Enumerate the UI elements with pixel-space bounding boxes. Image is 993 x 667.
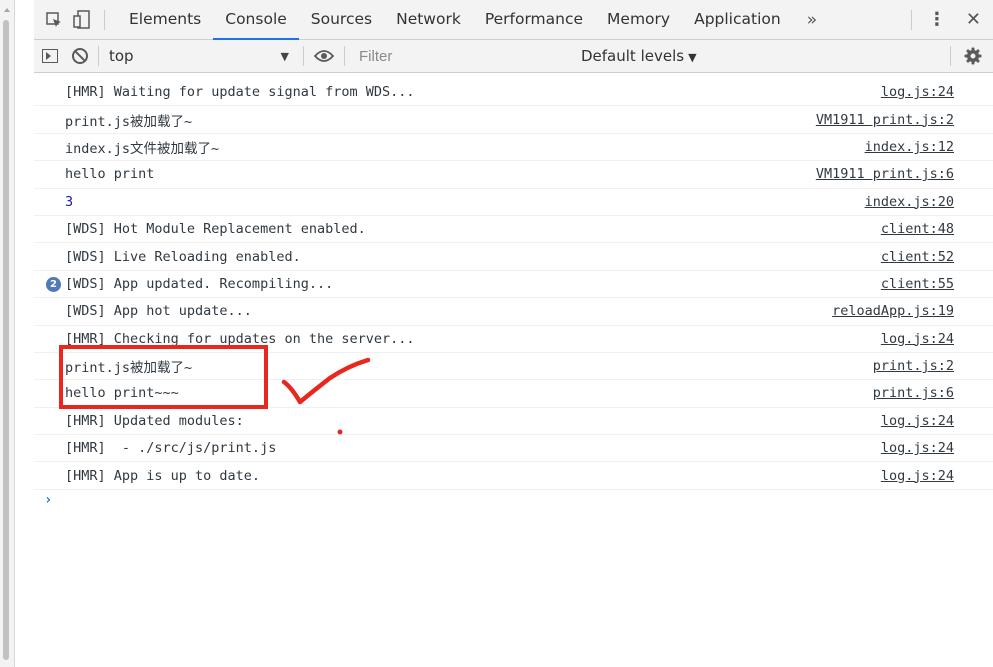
log-message: [HMR] Updated modules:	[65, 412, 244, 429]
tab-elements[interactable]: Elements	[117, 0, 213, 39]
log-source-link[interactable]: log.js:24	[881, 413, 954, 429]
log-source-link[interactable]: index.js:20	[865, 194, 954, 210]
tab-sources[interactable]: Sources	[299, 0, 384, 39]
filter-input[interactable]	[355, 45, 563, 67]
devtools-panel: Elements Console Sources Network Perform…	[34, 0, 993, 667]
log-source-link[interactable]: log.js:24	[881, 84, 954, 100]
log-row: index.js文件被加载了~ index.js:12	[34, 134, 993, 162]
log-levels-dropdown[interactable]: Default levels ▼	[581, 47, 697, 65]
dropdown-caret-icon: ▼	[280, 49, 289, 63]
tabbar-separator-right	[910, 9, 912, 30]
toolbar-separator-4	[950, 46, 951, 66]
log-row: 3 index.js:20	[34, 189, 993, 216]
log-source-link[interactable]: client:48	[881, 221, 954, 237]
log-message: [HMR] Checking for updates on the server…	[65, 330, 415, 347]
repeat-count-badge: 2	[46, 276, 61, 292]
live-expression-eye-icon[interactable]	[314, 46, 334, 66]
log-row: [WDS] Live Reloading enabled. client:52	[34, 243, 993, 271]
log-row: 2 [WDS] App updated. Recompiling... clie…	[34, 271, 993, 299]
left-scrollbar[interactable]	[0, 0, 15, 667]
log-message: [HMR] Waiting for update signal from WDS…	[65, 84, 415, 101]
log-message: [HMR] - ./src/js/print.js	[65, 440, 277, 457]
log-row: [HMR] Waiting for update signal from WDS…	[34, 79, 993, 107]
tab-console[interactable]: Console	[213, 0, 299, 40]
devtools-tabbar: Elements Console Sources Network Perform…	[34, 0, 993, 40]
tab-performance[interactable]: Performance	[473, 0, 595, 39]
log-source-link[interactable]: index.js:12	[865, 139, 954, 155]
scrollbar-thumb[interactable]	[3, 20, 9, 660]
inspect-element-icon[interactable]	[40, 6, 68, 34]
log-row: print.js被加载了~ VM1911 print.js:2	[34, 106, 993, 134]
log-message: hello print	[65, 166, 155, 183]
log-row: hello print~~~ print.js:6	[34, 380, 993, 408]
log-row: [WDS] Hot Module Replacement enabled. cl…	[34, 216, 993, 244]
console-toolbar: top ▼ Default levels▼	[34, 40, 993, 73]
log-source-link[interactable]: VM1911 print.js:6	[816, 166, 954, 182]
tab-network[interactable]: Network	[384, 0, 473, 39]
log-message: [WDS] Live Reloading enabled.	[65, 248, 301, 265]
log-source-link[interactable]: print.js:6	[873, 385, 954, 401]
log-source-link[interactable]: log.js:24	[881, 440, 954, 456]
close-devtools-icon[interactable]: ✕	[956, 9, 993, 30]
log-message: print.js被加载了~	[65, 360, 193, 377]
log-message: [HMR] App is up to date.	[65, 467, 261, 484]
kebab-menu-icon[interactable]: ⋮	[918, 9, 956, 30]
log-message: hello print~~~	[65, 385, 179, 402]
log-message: [WDS] Hot Module Replacement enabled.	[65, 221, 366, 238]
log-source-link[interactable]: print.js:2	[873, 358, 954, 374]
toolbar-separator	[98, 46, 99, 66]
log-source-link[interactable]: reloadApp.js:19	[832, 303, 954, 319]
log-message-number: 3	[65, 193, 74, 210]
log-row: hello print VM1911 print.js:6	[34, 161, 993, 189]
context-label: top	[109, 47, 134, 65]
log-message: [WDS] App hot update...	[65, 303, 252, 320]
log-row: [HMR] App is up to date. log.js:24	[34, 462, 993, 490]
settings-gear-icon[interactable]	[961, 44, 985, 68]
screenshot-root: Elements Console Sources Network Perform…	[0, 0, 993, 667]
toolbar-separator-2	[303, 46, 304, 66]
log-message: [WDS] App updated. Recompiling...	[65, 275, 334, 292]
console-messages: [HMR] Waiting for update signal from WDS…	[34, 79, 993, 667]
log-row: print.js被加载了~ print.js:2	[34, 353, 993, 381]
log-source-link[interactable]: log.js:24	[881, 331, 954, 347]
clear-console-icon[interactable]	[72, 48, 88, 64]
log-row: [HMR] - ./src/js/print.js log.js:24	[34, 435, 993, 463]
log-row: [HMR] Checking for updates on the server…	[34, 326, 993, 353]
context-selector[interactable]: top ▼	[109, 44, 293, 68]
scroll-up-arrow-icon[interactable]	[4, 8, 10, 12]
log-source-link[interactable]: client:55	[881, 276, 954, 292]
show-sidebar-icon[interactable]	[42, 49, 58, 63]
tabbar-separator	[104, 9, 105, 30]
log-message: print.js被加载了~	[65, 113, 193, 130]
more-tabs-chevron-icon[interactable]: »	[793, 10, 831, 30]
log-source-link[interactable]: VM1911 print.js:2	[816, 112, 954, 128]
log-source-link[interactable]: log.js:24	[881, 468, 954, 484]
tab-memory[interactable]: Memory	[595, 0, 682, 39]
toolbar-separator-3	[344, 46, 345, 66]
console-prompt[interactable]: ›	[34, 490, 993, 514]
levels-label: Default levels	[581, 47, 685, 65]
tab-application[interactable]: Application	[682, 0, 793, 39]
log-source-link[interactable]: client:52	[881, 249, 954, 265]
log-message: index.js文件被加载了~	[65, 140, 220, 157]
log-row: [WDS] App hot update... reloadApp.js:19	[34, 298, 993, 326]
prompt-chevron-icon: ›	[44, 491, 53, 508]
log-row: [HMR] Updated modules: log.js:24	[34, 408, 993, 436]
device-toolbar-icon[interactable]	[68, 6, 96, 34]
levels-caret-icon: ▼	[688, 51, 697, 64]
